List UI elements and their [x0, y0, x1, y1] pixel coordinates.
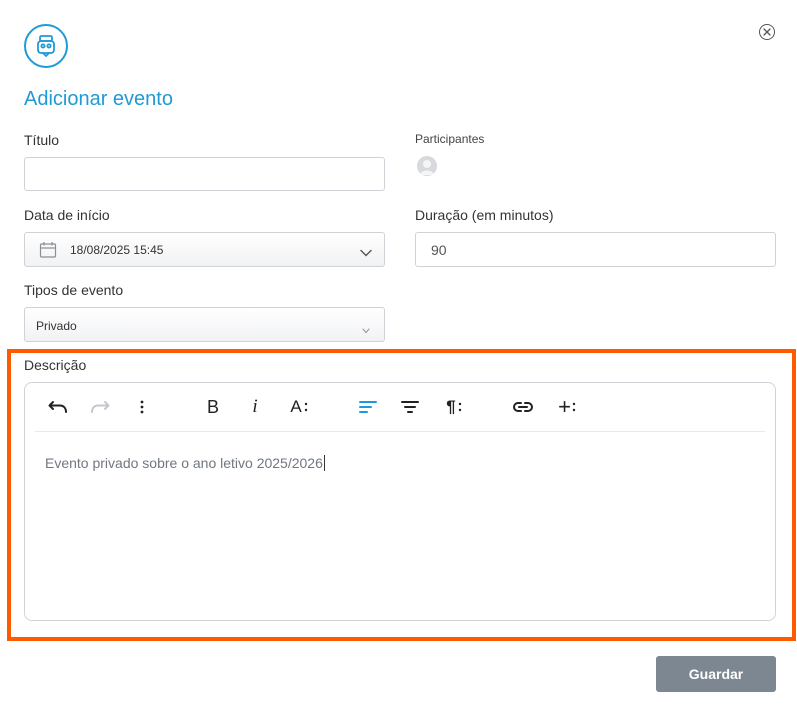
start-date-picker[interactable]: 18/08/2025 15:45	[24, 232, 385, 267]
redo-icon[interactable]	[87, 395, 113, 419]
editor-toolbar: B i A ¶ +	[35, 383, 765, 432]
description-editor: B i A ¶ + Evento privado sobre o ano let…	[24, 382, 776, 621]
save-button[interactable]: Guardar	[656, 656, 776, 692]
font-size-icon: A	[290, 397, 302, 416]
close-icon[interactable]	[759, 24, 775, 40]
paragraph-icon: ¶	[446, 397, 456, 416]
description-text: Evento privado sobre o ano letivo 2025/2…	[45, 455, 323, 471]
link-icon[interactable]	[510, 395, 536, 419]
undo-icon[interactable]	[45, 395, 71, 419]
italic-button[interactable]: i	[242, 395, 268, 419]
text-caret	[323, 455, 325, 471]
align-center-icon[interactable]	[397, 395, 423, 419]
calendar-icon	[39, 241, 57, 262]
duration-field-wrapper	[415, 232, 776, 267]
title-field-wrapper	[24, 157, 385, 191]
duration-input[interactable]	[416, 233, 775, 266]
start-date-value: 18/08/2025 15:45	[70, 243, 164, 257]
paragraph-format-button[interactable]: ¶	[439, 395, 469, 419]
title-label: Título	[24, 132, 60, 148]
dialog-title: Adicionar evento	[24, 88, 173, 110]
bold-button[interactable]: B	[200, 395, 226, 419]
chevron-down-icon	[360, 245, 372, 260]
align-left-icon[interactable]	[355, 395, 381, 419]
event-type-label: Tipos de evento	[24, 282, 124, 298]
insert-more-button[interactable]: +	[552, 395, 582, 419]
event-type-select[interactable]: Privado	[24, 307, 385, 342]
plus-icon: +	[558, 394, 571, 419]
duration-label: Duração (em minutos)	[415, 207, 554, 223]
more-options-icon[interactable]	[129, 395, 155, 419]
participant-avatar-icon[interactable]	[417, 156, 437, 176]
description-label: Descrição	[24, 357, 87, 373]
title-input[interactable]	[25, 158, 384, 190]
app-logo-icon	[24, 24, 68, 68]
participants-label: Participantes	[415, 132, 485, 146]
description-text-area[interactable]: Evento privado sobre o ano letivo 2025/2…	[45, 455, 325, 471]
add-event-dialog: Adicionar evento Título Participantes Da…	[0, 0, 797, 713]
chevron-down-icon	[362, 322, 370, 337]
event-type-value: Privado	[36, 319, 77, 333]
font-size-button[interactable]: A	[284, 395, 314, 419]
start-date-label: Data de início	[24, 207, 110, 223]
